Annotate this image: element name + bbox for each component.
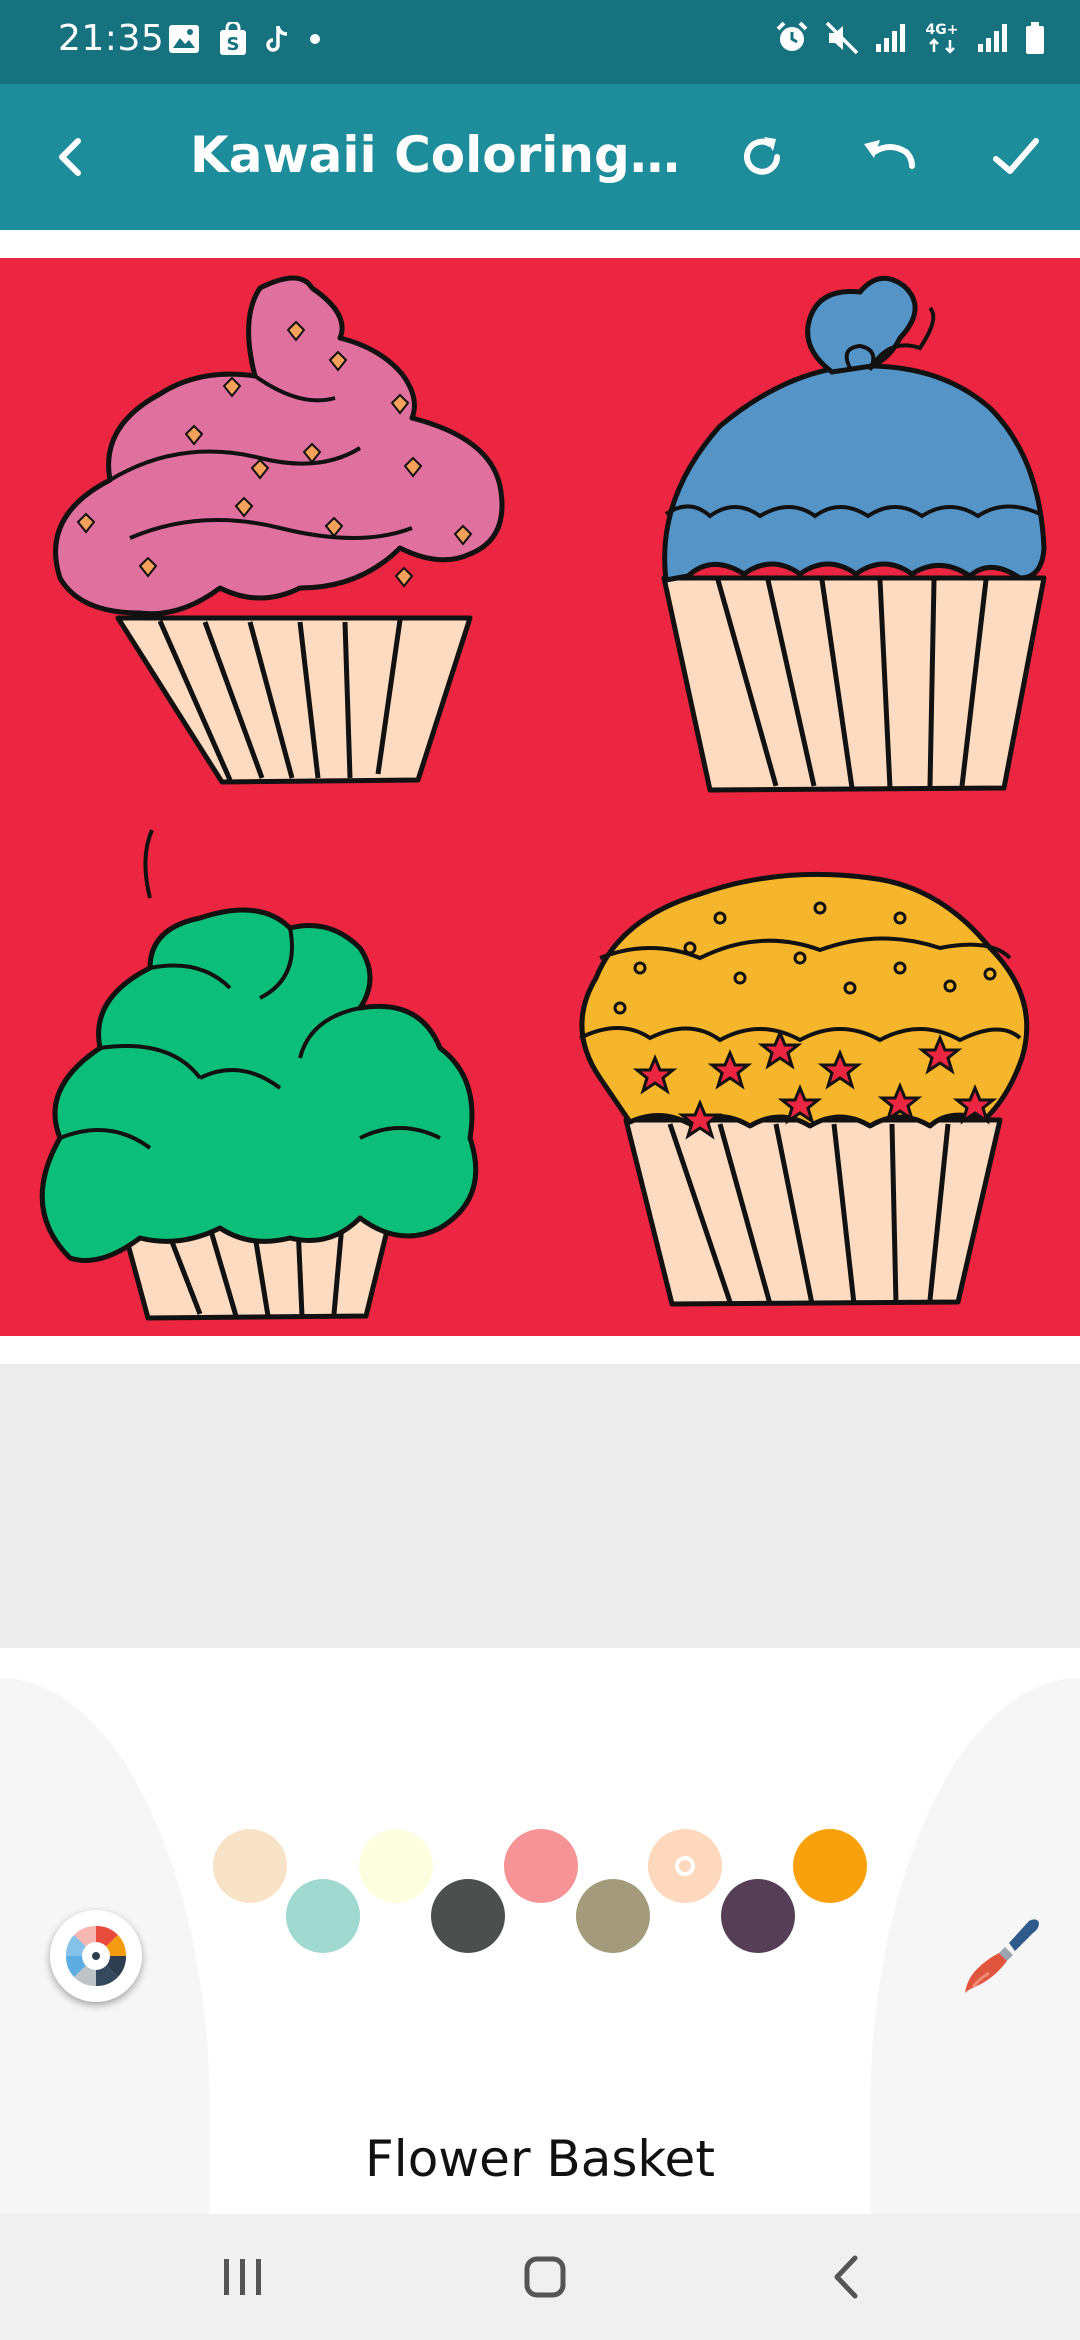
done-button[interactable]	[976, 117, 1056, 197]
recent-apps-button[interactable]	[198, 2242, 288, 2312]
color-swatch[interactable]	[648, 1829, 722, 1903]
status-time: 21:35	[58, 18, 165, 59]
mute-icon	[825, 21, 859, 55]
color-swatch[interactable]	[721, 1879, 795, 1953]
status-right-icons: 4G+	[774, 20, 1046, 56]
signal-icon	[978, 24, 1007, 52]
tiktok-icon	[266, 26, 288, 52]
paintbrush-icon	[965, 1919, 1039, 1993]
back-button[interactable]	[32, 117, 112, 197]
selected-indicator	[675, 1856, 695, 1876]
app-bar: Kawaii Coloring Cu...	[0, 84, 1080, 230]
home-icon	[524, 2256, 566, 2298]
undo-icon	[864, 140, 915, 169]
status-left-icons: S	[168, 22, 322, 56]
network-4g-icon: 4G+	[926, 22, 959, 54]
color-swatch[interactable]	[431, 1879, 505, 1953]
battery-icon	[1026, 22, 1044, 54]
check-icon	[993, 138, 1039, 174]
color-swatch[interactable]	[504, 1829, 578, 1903]
dot-icon	[310, 34, 320, 44]
brush-tool-button[interactable]	[950, 1908, 1050, 2008]
image-icon	[169, 25, 199, 53]
color-swatch[interactable]	[286, 1879, 360, 1953]
canvas-gray-area	[0, 1364, 1080, 1648]
page-title: Kawaii Coloring Cu...	[190, 126, 680, 184]
color-wheel-icon	[62, 1922, 130, 1990]
undo-button[interactable]	[848, 117, 928, 197]
palette-picker-button[interactable]	[50, 1910, 142, 2002]
signal-icon	[876, 24, 905, 52]
system-back-button[interactable]	[802, 2242, 892, 2312]
color-swatch[interactable]	[576, 1879, 650, 1953]
status-bar: 21:35 S 4G+	[0, 0, 1080, 84]
coloring-canvas[interactable]	[0, 258, 1080, 1336]
svg-text:S: S	[227, 34, 240, 55]
back-arrow-icon	[59, 138, 81, 176]
alarm-icon	[776, 21, 808, 51]
color-swatch[interactable]	[213, 1829, 287, 1903]
recent-apps-icon	[224, 2259, 261, 2295]
coloring-image[interactable]	[0, 258, 1080, 1336]
color-swatch[interactable]	[359, 1829, 433, 1903]
refresh-button[interactable]	[722, 117, 802, 197]
network-label: 4G+	[926, 22, 959, 38]
home-button[interactable]	[500, 2242, 590, 2312]
refresh-icon	[744, 137, 780, 175]
back-icon	[834, 2255, 858, 2299]
shopping-bag-icon: S	[220, 22, 246, 55]
color-swatch[interactable]	[793, 1829, 867, 1903]
pack-name-label: Flower Basket	[365, 2130, 715, 2188]
system-nav-bar	[0, 2214, 1080, 2340]
